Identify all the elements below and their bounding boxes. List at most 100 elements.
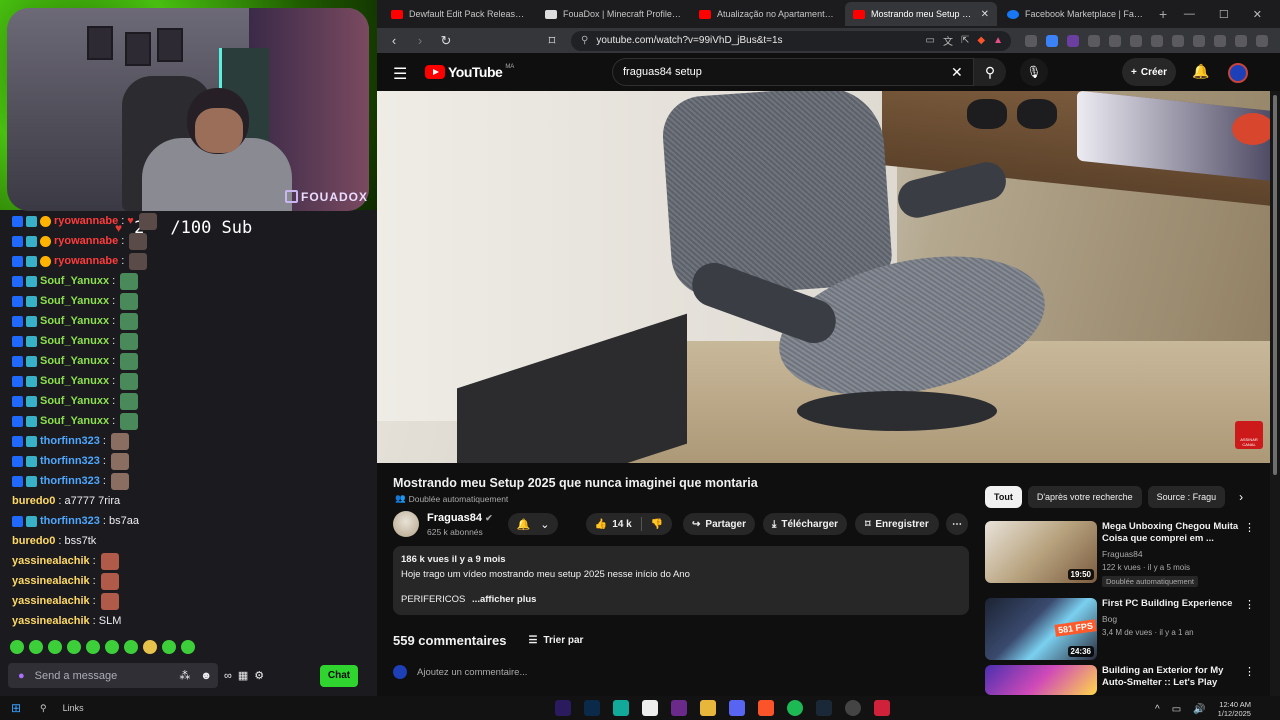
- chat-username[interactable]: yassinealachik: [12, 575, 90, 587]
- premiere-icon[interactable]: [555, 700, 571, 716]
- windows-start-icon[interactable]: ⊞: [0, 701, 32, 715]
- chip-source[interactable]: Source : Fragu: [1147, 486, 1226, 508]
- sidebar-icon[interactable]: [1193, 34, 1205, 47]
- chat-username[interactable]: ryowannabe: [54, 215, 118, 227]
- network-icon[interactable]: ▭: [1172, 704, 1181, 715]
- chat-username[interactable]: ryowannabe: [54, 255, 118, 267]
- emote-icon[interactable]: [162, 640, 176, 654]
- chat-message-input[interactable]: ● Send a message ⁂ ☻: [8, 663, 218, 688]
- chip-related-search[interactable]: D'après votre recherche: [1027, 486, 1142, 508]
- more-vertical-icon[interactable]: ⋮: [1244, 665, 1255, 678]
- emote-icon[interactable]: [67, 640, 81, 654]
- save-button[interactable]: ⌑ Enregistrer: [855, 513, 939, 535]
- scrollbar-thumb[interactable]: [1273, 95, 1277, 475]
- create-button[interactable]: + Créer: [1122, 58, 1176, 86]
- brave-icon[interactable]: [758, 700, 774, 716]
- youtube-logo[interactable]: YouTube MA: [425, 64, 514, 80]
- store-icon[interactable]: ▦: [238, 669, 248, 682]
- extension-icon[interactable]: [1130, 34, 1142, 47]
- show-more-link[interactable]: ...afficher plus: [472, 594, 536, 605]
- emote-icon[interactable]: [10, 640, 24, 654]
- more-vertical-icon[interactable]: ⋮: [1244, 598, 1255, 611]
- video-player[interactable]: ASSINAR CANAL: [377, 91, 1270, 463]
- obs-icon[interactable]: [845, 700, 861, 716]
- recommendation-thumbnail[interactable]: [985, 665, 1097, 695]
- spotify-icon[interactable]: [787, 700, 803, 716]
- chevron-right-icon[interactable]: ›: [1239, 490, 1243, 504]
- close-tab-icon[interactable]: ✕: [981, 9, 989, 20]
- chat-username[interactable]: yassinealachik: [12, 615, 90, 627]
- brave-rewards-icon[interactable]: ▲: [993, 35, 1003, 46]
- hamburger-menu-icon[interactable]: ☰: [393, 64, 407, 84]
- chat-username[interactable]: Souf_Yanuxx: [40, 355, 109, 367]
- chat-username[interactable]: buredo0: [12, 535, 55, 547]
- site-info-icon[interactable]: ⚲: [581, 35, 588, 46]
- discord-icon[interactable]: [729, 700, 745, 716]
- address-bar[interactable]: ⚲ youtube.com/watch?v=99iVhD_jBus&t=1s ▭…: [571, 30, 1011, 51]
- recommendation-thumbnail[interactable]: 19:50: [985, 521, 1097, 583]
- recommendation-title[interactable]: Building an Exterior for My Auto-Smelter…: [1102, 665, 1242, 689]
- channel-name[interactable]: Fraguas84 ✔: [427, 512, 493, 524]
- chat-username[interactable]: Souf_Yanuxx: [40, 395, 109, 407]
- search-input[interactable]: fraguas84 setup: [612, 58, 974, 86]
- recommendation-channel[interactable]: Fraguas84: [1102, 549, 1143, 559]
- like-count[interactable]: 14 k: [612, 519, 631, 530]
- steam-icon[interactable]: [816, 700, 832, 716]
- brave-shield-icon[interactable]: ◆: [977, 35, 985, 46]
- chat-username[interactable]: yassinealachik: [12, 555, 90, 567]
- download-icon[interactable]: [1151, 34, 1163, 47]
- emote-icon[interactable]: [105, 640, 119, 654]
- dislike-icon[interactable]: 👎: [651, 519, 663, 530]
- app-icon[interactable]: [671, 700, 687, 716]
- app-icon[interactable]: [613, 700, 629, 716]
- chat-username[interactable]: yassinealachik: [12, 595, 90, 607]
- emote-icon[interactable]: [86, 640, 100, 654]
- extension-icon[interactable]: [1025, 34, 1037, 47]
- description-box[interactable]: 186 k vues il y a 9 mois Hoje trago um v…: [393, 546, 969, 615]
- new-tab-button[interactable]: +: [1159, 6, 1167, 22]
- app-icon[interactable]: [874, 700, 890, 716]
- chat-username[interactable]: thorfinn323: [40, 435, 100, 447]
- chat-username[interactable]: thorfinn323: [40, 475, 100, 487]
- emote-picker-icon[interactable]: ☻: [200, 670, 212, 682]
- more-actions-button[interactable]: ⋯: [946, 513, 968, 535]
- capcut-icon[interactable]: [642, 700, 658, 716]
- chat-username[interactable]: Souf_Yanuxx: [40, 295, 109, 307]
- volume-icon[interactable]: 🔊: [1193, 704, 1205, 715]
- photoshop-icon[interactable]: [584, 700, 600, 716]
- menu-icon[interactable]: [1256, 34, 1268, 47]
- browser-tab[interactable]: Facebook Marketplace | Facebook: [999, 2, 1151, 26]
- recommendation-item[interactable]: Building an Exterior for My Auto-Smelter…: [985, 665, 1265, 695]
- subscribe-watermark[interactable]: ASSINAR CANAL: [1235, 421, 1263, 449]
- more-vertical-icon[interactable]: ⋮: [1244, 521, 1255, 534]
- channel-points-icon[interactable]: ∞: [224, 670, 232, 682]
- browser-tab[interactable]: Dewfault Edit Pack Release | Dew: [383, 2, 535, 26]
- chat-username[interactable]: Souf_Yanuxx: [40, 275, 109, 287]
- sort-comments-button[interactable]: ☰ Trier par: [528, 635, 583, 646]
- emote-icon[interactable]: [143, 640, 157, 654]
- recommendation-title[interactable]: First PC Building Experience: [1102, 598, 1242, 610]
- minimize-icon[interactable]: —: [1184, 8, 1195, 21]
- like-icon[interactable]: 👍: [595, 519, 607, 530]
- extension-icon[interactable]: [1172, 34, 1184, 47]
- extension-icon[interactable]: [1109, 34, 1121, 47]
- emote-icon[interactable]: [48, 640, 62, 654]
- chevron-up-icon[interactable]: ^: [1155, 704, 1160, 715]
- chat-username[interactable]: thorfinn323: [40, 515, 100, 527]
- voice-search-button[interactable]: 🎙: [1020, 58, 1048, 86]
- browser-tab[interactable]: Atualização no Apartamento Gan: [691, 2, 843, 26]
- browser-tab[interactable]: FouaDox | Minecraft Profile | Nam: [537, 2, 689, 26]
- account-avatar[interactable]: [1228, 63, 1248, 83]
- recommendation-item[interactable]: 19:50 Mega Unboxing Chegou Muita Coisa q…: [985, 521, 1265, 587]
- notifications-bell-icon[interactable]: 🔔: [1192, 63, 1209, 80]
- translate-page-icon[interactable]: 文: [943, 33, 953, 48]
- extension-icon[interactable]: [1067, 34, 1079, 47]
- page-scrollbar[interactable]: [1270, 91, 1280, 696]
- cast-icon[interactable]: ▭: [926, 35, 935, 46]
- emote-icon[interactable]: [181, 640, 195, 654]
- channel-avatar[interactable]: [393, 511, 419, 537]
- chip-all[interactable]: Tout: [985, 486, 1022, 508]
- chat-username[interactable]: thorfinn323: [40, 455, 100, 467]
- emote-icon[interactable]: [124, 640, 138, 654]
- maximize-icon[interactable]: ☐: [1219, 8, 1229, 21]
